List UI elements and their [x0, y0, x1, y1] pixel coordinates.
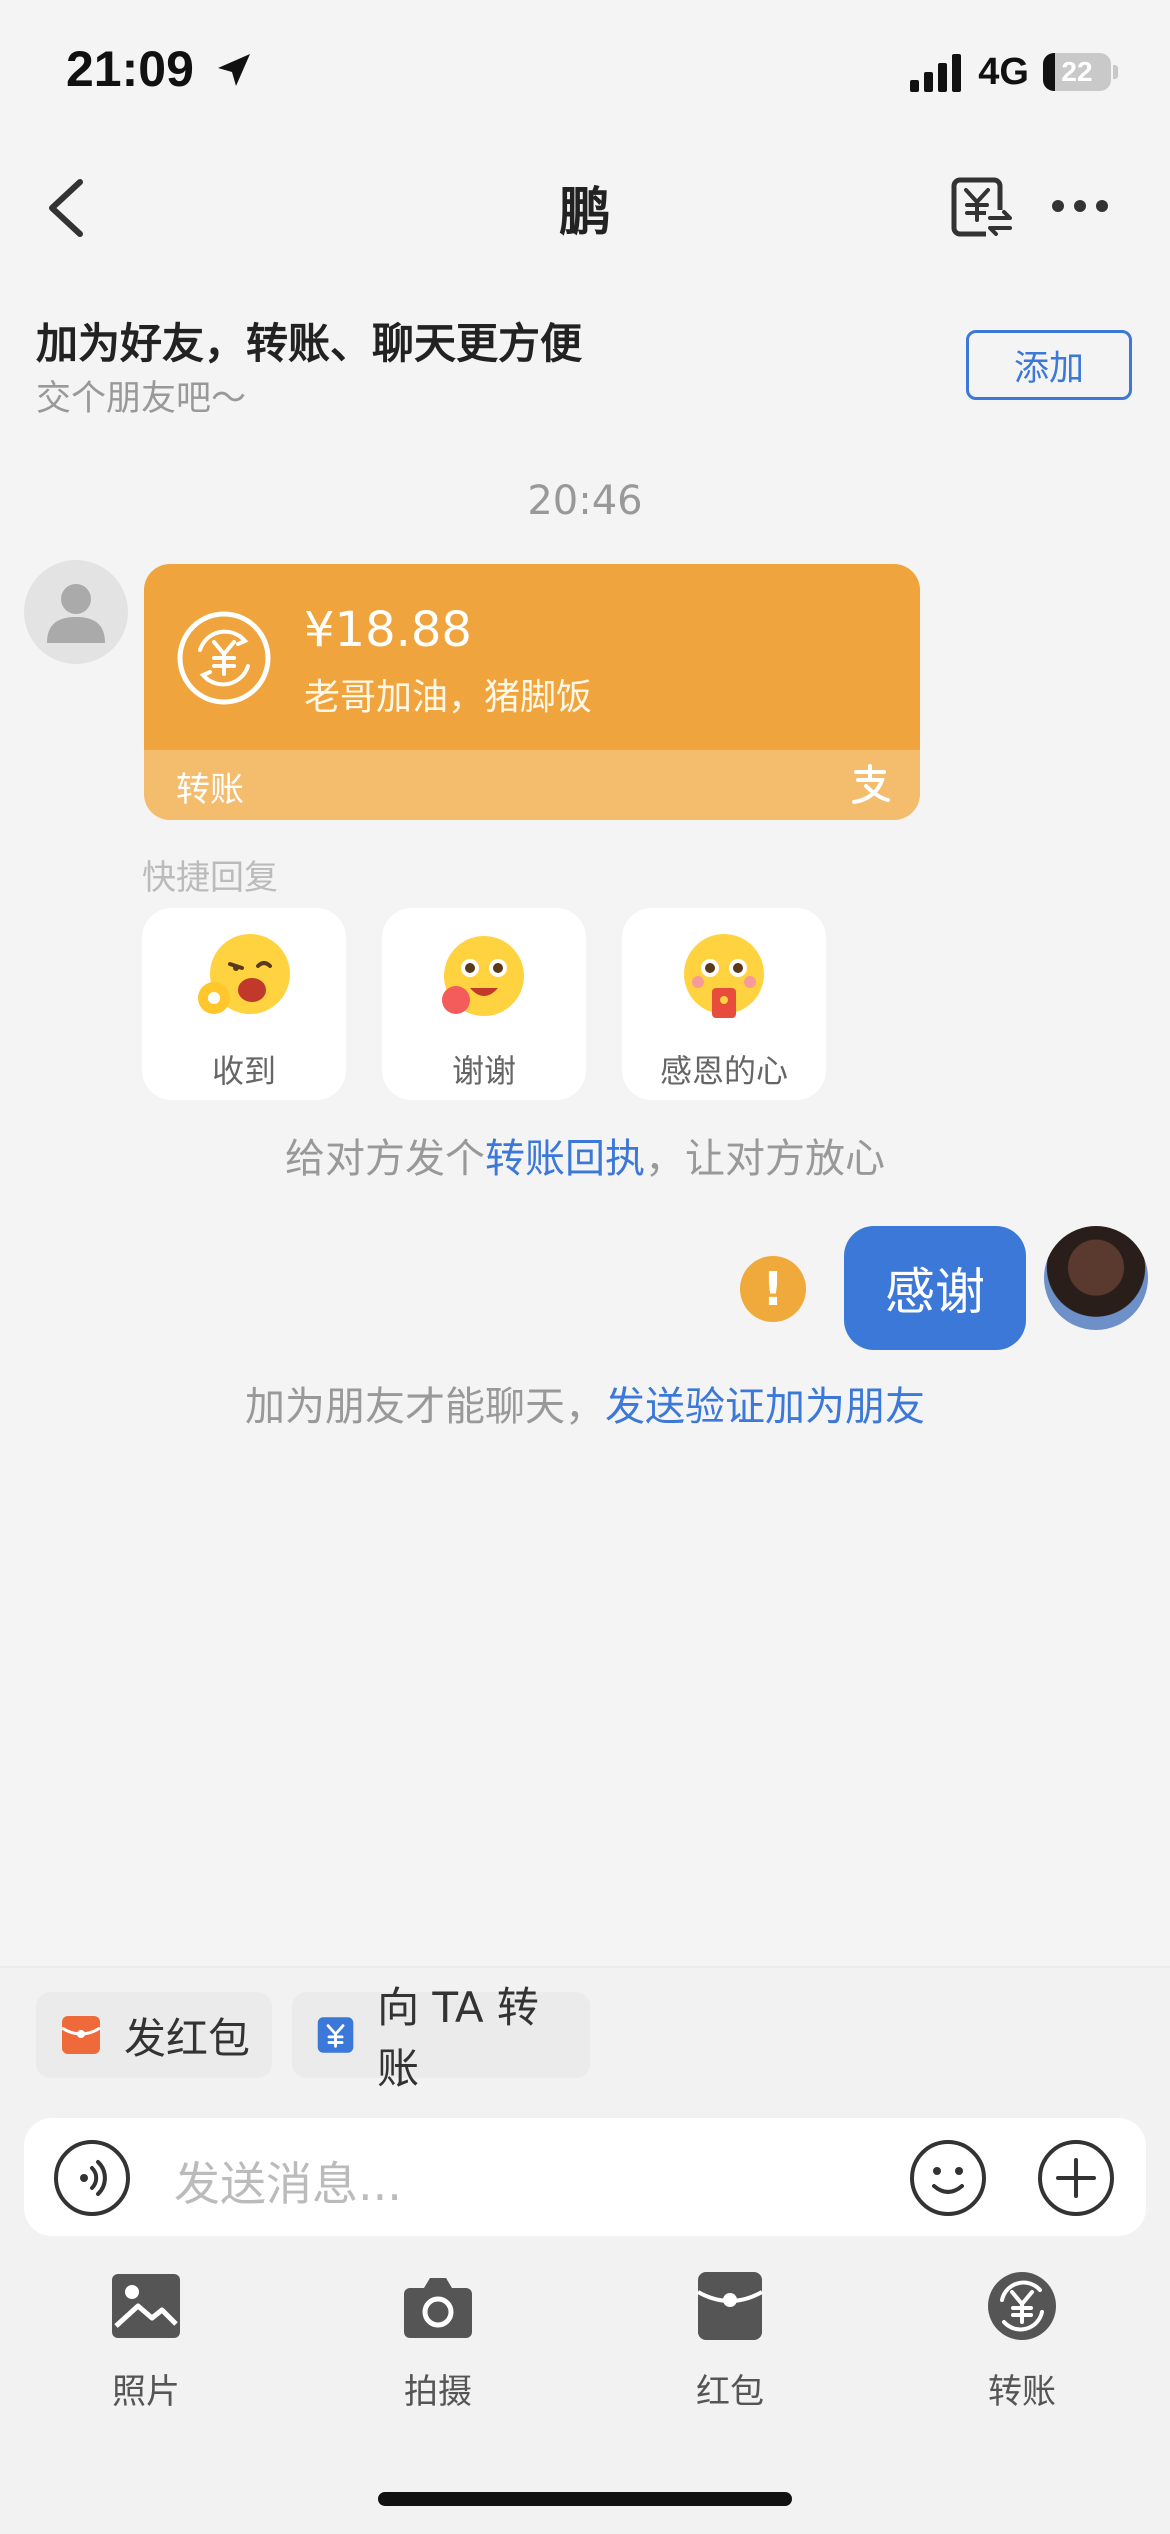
tool-camera[interactable]: 拍摄: [358, 2270, 518, 2430]
tool-photo[interactable]: 照片: [66, 2270, 226, 2430]
plus-more-icon[interactable]: [1036, 2138, 1116, 2218]
home-indicator[interactable]: [378, 2492, 792, 2506]
network-type: 4G: [978, 50, 1029, 93]
quick-reply-grateful[interactable]: 感恩的心: [622, 908, 826, 1100]
quick-reply-thanks[interactable]: 谢谢: [382, 908, 586, 1100]
tool-red-packet-label: 红包: [696, 2372, 764, 2412]
quick-reply-label: 快捷回复: [142, 858, 278, 898]
add-friend-button[interactable]: 添加: [966, 330, 1132, 400]
status-indicators: 4G 22: [910, 46, 1118, 98]
transfer-card-label: 转账: [176, 770, 244, 810]
transfer-record-icon[interactable]: [950, 174, 1016, 240]
red-packet-icon: [61, 2016, 101, 2054]
tool-camera-label: 拍摄: [404, 2372, 472, 2412]
quick-reply-label-text: 感恩的心: [659, 1052, 788, 1090]
add-friend-banner-title: 加为好友，转账、聊天更方便: [36, 319, 583, 368]
transfer-card-body: ¥18.88 老哥加油，猪脚饭: [144, 564, 920, 750]
transfer-tool-icon: [988, 2272, 1056, 2340]
location-arrow-icon: [217, 54, 250, 86]
quick-reply-label-text: 谢谢: [451, 1052, 516, 1090]
voice-input-icon[interactable]: [52, 2138, 132, 2218]
tool-transfer[interactable]: 转账: [942, 2270, 1102, 2430]
transfer-receipt-link[interactable]: 转账回执: [485, 1136, 645, 1182]
transfer-to-ta-button[interactable]: 向 TA 转账: [292, 1983, 590, 2093]
add-friend-hint: 加为朋友才能聊天，发送验证加为朋友: [0, 1374, 1170, 1432]
red-packet-label: 发红包: [124, 2013, 251, 2063]
thanks-emoji-icon: [442, 936, 524, 1016]
default-user-icon: [47, 584, 105, 643]
message-timestamp: 20:46: [527, 478, 643, 524]
message-input-placeholder[interactable]: 发送消息...: [174, 2148, 402, 2214]
alipay-logo-icon: [852, 764, 890, 804]
transfer-card[interactable]: ¥18.88 老哥加油，猪脚饭 转账: [144, 564, 920, 820]
send-red-packet-button[interactable]: 发红包: [36, 1992, 272, 2078]
battery-icon: 22: [1043, 53, 1111, 91]
status-time: 21:09: [66, 40, 254, 98]
my-message-bubble[interactable]: 感谢: [844, 1226, 1026, 1350]
tool-transfer-label: 转账: [988, 2372, 1056, 2412]
add-friend-banner-subtitle: 交个朋友吧～: [36, 379, 247, 419]
receipt-hint-prefix: 给对方发个: [285, 1136, 485, 1182]
tool-photo-label: 照片: [112, 2372, 180, 2412]
transfer-to-ta-label: 向 TA 转账: [377, 1983, 539, 2093]
transfer-yuan-icon: [177, 611, 271, 705]
camera-icon: [404, 2278, 472, 2338]
wink-ok-emoji-icon: [198, 934, 290, 1014]
contact-avatar[interactable]: [24, 560, 128, 664]
battery-tip: [1113, 65, 1118, 79]
transfer-receipt-hint: 给对方发个转账回执，让对方放心: [0, 1126, 1170, 1184]
grateful-emoji-icon: [684, 934, 764, 1018]
message-input-bar[interactable]: 发送消息...: [24, 2118, 1146, 2236]
send-verification-link[interactable]: 发送验证加为朋友: [605, 1384, 925, 1430]
tool-red-packet[interactable]: 红包: [650, 2270, 810, 2430]
quick-reply-received[interactable]: 收到: [142, 908, 346, 1100]
more-options-icon[interactable]: [1050, 194, 1110, 218]
emoji-picker-icon[interactable]: [908, 2138, 988, 2218]
clock-text: 21:09: [66, 41, 194, 97]
friend-hint-prefix: 加为朋友才能聊天，: [245, 1384, 605, 1430]
transfer-amount: ¥18.88: [304, 602, 472, 658]
transfer-ticket-icon: [317, 2017, 354, 2053]
transfer-card-footer: 转账: [144, 750, 920, 820]
receipt-hint-suffix: ，让对方放心: [645, 1136, 885, 1182]
battery-level: 22: [1061, 56, 1093, 87]
my-avatar[interactable]: [1044, 1226, 1148, 1330]
send-failed-icon[interactable]: !: [740, 1256, 806, 1322]
signal-icon: [910, 54, 962, 92]
transfer-memo: 老哥加油，猪脚饭: [304, 677, 593, 718]
photo-icon: [112, 2274, 180, 2338]
red-packet-tool-icon: [697, 2272, 763, 2340]
quick-reply-label-text: 收到: [211, 1052, 276, 1090]
